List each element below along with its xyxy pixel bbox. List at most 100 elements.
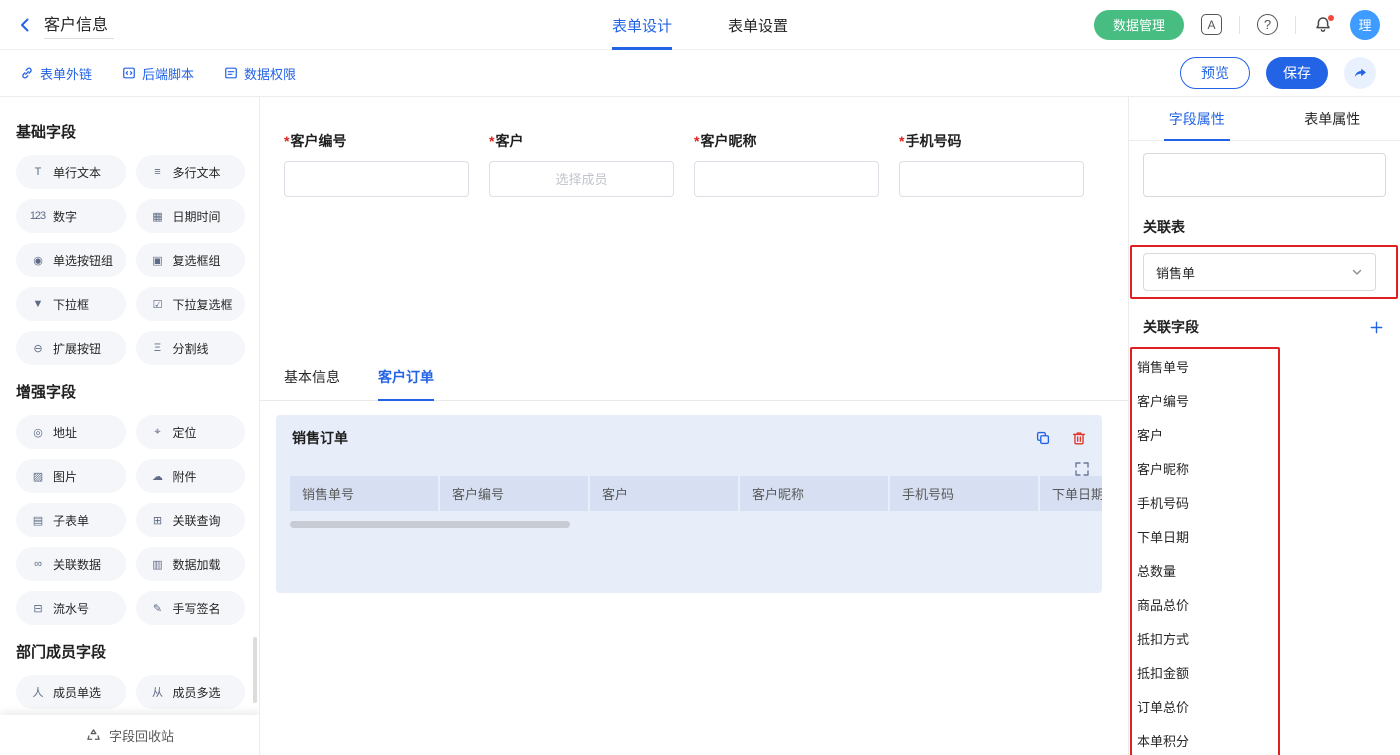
subtable-column-header[interactable]: 销售单号 [290, 476, 438, 511]
delete-button[interactable] [1070, 429, 1088, 447]
field-item-member-single[interactable]: 人 成员单选 [16, 675, 126, 709]
backend-script-link[interactable]: 后端脚本 [122, 64, 194, 83]
related-fields-header: 关联字段 [1143, 317, 1386, 337]
workspace: 基础字段 T 单行文本 ≡ 多行文本 123 数字 ▦ 日期时间 [0, 97, 1400, 755]
tab-form-properties[interactable]: 表单属性 [1265, 97, 1400, 140]
field-item-attachment[interactable]: ☁ 附件 [136, 459, 246, 493]
field-recycle-bin[interactable]: 字段回收站 [0, 715, 260, 755]
fullscreen-button[interactable] [1075, 462, 1089, 476]
form-toolbar: 表单外链 后端脚本 数据权限 预览 保存 [0, 50, 1400, 97]
copy-button[interactable] [1034, 429, 1052, 447]
related-field-item[interactable]: 客户编号 [1132, 385, 1278, 419]
form-field-customer[interactable]: 客户 [489, 131, 674, 197]
property-input[interactable] [1143, 153, 1386, 197]
field-item-location[interactable]: ⌖ 定位 [136, 415, 246, 449]
header-right: 数据管理 A ? 理 [1094, 10, 1380, 40]
enhanced-fields-grid: ◎ 地址 ⌖ 定位 ▨ 图片 ☁ 附件 ▤ 子表单 [16, 415, 245, 625]
customer-nickname-input[interactable] [694, 161, 879, 197]
field-item-signature[interactable]: ✎ 手写签名 [136, 591, 246, 625]
related-field-item[interactable]: 商品总价 [1132, 589, 1278, 623]
avatar[interactable]: 理 [1350, 10, 1380, 40]
related-field-item[interactable]: 客户 [1132, 419, 1278, 453]
tab-field-properties[interactable]: 字段属性 [1129, 97, 1265, 140]
page-title: 客户信息 [44, 11, 114, 39]
field-item-member-multi[interactable]: 从 成员多选 [136, 675, 246, 709]
related-field-item[interactable]: 本单积分 [1132, 725, 1278, 755]
mobile-input[interactable] [899, 161, 1084, 197]
subtable-column-header[interactable]: 客户编号 [440, 476, 588, 511]
related-table-select[interactable]: 销售单 [1143, 253, 1376, 291]
section-title-basic-fields: 基础字段 [16, 121, 245, 142]
field-item-dropdown-multi[interactable]: ☑ 下拉复选框 [136, 287, 246, 321]
script-icon [122, 66, 136, 80]
help-icon[interactable]: ? [1257, 14, 1278, 35]
plus-icon [1369, 320, 1384, 335]
subtable-column-header[interactable]: 手机号码 [890, 476, 1038, 511]
share-button[interactable] [1344, 57, 1376, 89]
field-item-dropdown[interactable]: ▼ 下拉框 [16, 287, 126, 321]
field-item-radio-group[interactable]: ◉ 单选按钮组 [16, 243, 126, 277]
data-manage-button[interactable]: 数据管理 [1094, 10, 1184, 40]
form-fields-row: 客户编号 客户 客户昵称 手机号码 [260, 97, 1128, 197]
field-item-related-data[interactable]: ∞ 关联数据 [16, 547, 126, 581]
language-icon[interactable]: A [1201, 14, 1222, 35]
divider-icon: Ξ [149, 342, 166, 354]
customer-member-picker[interactable] [489, 161, 674, 197]
related-field-item[interactable]: 客户昵称 [1132, 453, 1278, 487]
subtable-title: 销售订单 [292, 428, 348, 448]
notification-icon[interactable] [1313, 15, 1333, 35]
related-field-item[interactable]: 抵扣方式 [1132, 623, 1278, 657]
data-permission-link[interactable]: 数据权限 [224, 64, 296, 83]
subtable-column-header[interactable]: 客户 [590, 476, 738, 511]
tab-form-design[interactable]: 表单设计 [612, 0, 672, 50]
bell-icon [1313, 15, 1333, 35]
related-field-item[interactable]: 手机号码 [1132, 487, 1278, 521]
subtable-scrollbar[interactable] [290, 521, 570, 528]
related-field-item[interactable]: 销售单号 [1132, 351, 1278, 385]
field-item-related-query[interactable]: ⊞ 关联查询 [136, 503, 246, 537]
add-related-field-button[interactable] [1369, 320, 1386, 335]
field-item-multi-line-text[interactable]: ≡ 多行文本 [136, 155, 246, 189]
field-item-address[interactable]: ◎ 地址 [16, 415, 126, 449]
customer-no-input[interactable] [284, 161, 469, 197]
subtable-sales-order[interactable]: 销售订单 销售单号 客户编号 客户 [276, 415, 1102, 593]
tab-customer-orders[interactable]: 客户订单 [378, 367, 434, 401]
tab-form-settings[interactable]: 表单设置 [728, 0, 788, 50]
related-field-item[interactable]: 总数量 [1132, 555, 1278, 589]
related-field-item[interactable]: 订单总价 [1132, 691, 1278, 725]
form-external-link[interactable]: 表单外链 [20, 64, 92, 83]
field-item-subform[interactable]: ▤ 子表单 [16, 503, 126, 537]
field-item-datetime[interactable]: ▦ 日期时间 [136, 199, 246, 233]
multi-line-text-icon: ≡ [149, 166, 166, 178]
field-item-number[interactable]: 123 数字 [16, 199, 126, 233]
subtable-header: 销售订单 [276, 415, 1102, 448]
preview-button[interactable]: 预览 [1180, 57, 1250, 89]
annotation-rect-related-fields: 销售单号 客户编号 客户 客户昵称 手机号码 下单日期 总数量 商品总价 抵扣方… [1130, 347, 1280, 755]
field-item-serial-number[interactable]: ⊟ 流水号 [16, 591, 126, 625]
back-button[interactable] [16, 16, 34, 34]
section-title-enhanced-fields: 增强字段 [16, 381, 245, 402]
tab-basic-info[interactable]: 基本信息 [284, 367, 340, 401]
chevron-down-icon [1351, 266, 1363, 278]
field-item-extend-button[interactable]: ⊖ 扩展按钮 [16, 331, 126, 365]
save-button[interactable]: 保存 [1266, 57, 1328, 89]
field-item-image[interactable]: ▨ 图片 [16, 459, 126, 493]
subtable-column-header[interactable]: 下单日期 [1040, 476, 1102, 511]
form-field-customer-no[interactable]: 客户编号 [284, 131, 469, 197]
related-field-item[interactable]: 下单日期 [1132, 521, 1278, 555]
field-library-sidebar: 基础字段 T 单行文本 ≡ 多行文本 123 数字 ▦ 日期时间 [0, 97, 260, 755]
radio-group-icon: ◉ [29, 254, 46, 267]
field-label: 客户 [489, 131, 674, 151]
annotation-rect-related-table: 销售单 [1130, 245, 1398, 299]
field-item-divider[interactable]: Ξ 分割线 [136, 331, 246, 365]
sidebar-scrollbar[interactable] [253, 637, 257, 703]
field-item-single-line-text[interactable]: T 单行文本 [16, 155, 126, 189]
external-link-icon [20, 66, 34, 80]
field-item-checkbox-group[interactable]: ▣ 复选框组 [136, 243, 246, 277]
subtable-column-header[interactable]: 客户昵称 [740, 476, 888, 511]
related-field-item[interactable]: 抵扣金额 [1132, 657, 1278, 691]
form-field-customer-nickname[interactable]: 客户昵称 [694, 131, 879, 197]
field-item-data-load[interactable]: ▥ 数据加载 [136, 547, 246, 581]
form-field-mobile[interactable]: 手机号码 [899, 131, 1084, 197]
fullscreen-icon [1075, 462, 1089, 476]
